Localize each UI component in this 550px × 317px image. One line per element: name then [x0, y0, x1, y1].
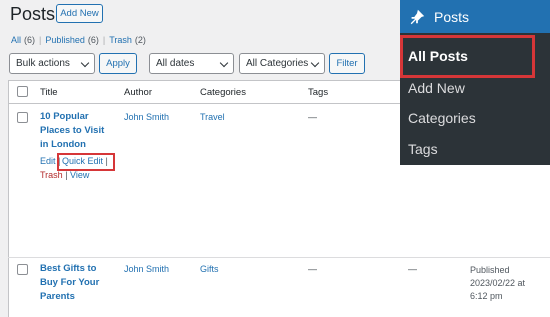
apply-button[interactable]: Apply: [99, 53, 137, 74]
post-tags: —: [308, 264, 317, 274]
chevron-down-icon: [80, 58, 90, 68]
dates-value: All dates: [156, 58, 195, 69]
filter-separator: |: [39, 35, 42, 45]
row-checkbox[interactable]: [17, 264, 28, 275]
post-date: Published 2023/02/22 at 6:12 pm: [470, 264, 525, 303]
submenu-add-new[interactable]: Add New: [408, 80, 465, 96]
post-date-line: Published: [470, 265, 510, 275]
view-link[interactable]: View: [70, 170, 89, 180]
post-title-line: Best Gifts to: [40, 263, 97, 274]
chevron-down-icon: [219, 58, 229, 68]
post-category-link[interactable]: Travel: [200, 112, 225, 122]
filter-all-link[interactable]: All: [11, 35, 21, 45]
admin-menu-posts-label: Posts: [434, 8, 470, 25]
filter-all-count: (6): [24, 35, 36, 45]
trash-link[interactable]: Trash: [40, 170, 63, 180]
filter-published-count: (6): [87, 35, 99, 45]
dates-select[interactable]: All dates: [149, 53, 234, 74]
action-separator: |: [65, 170, 68, 180]
post-author-link[interactable]: John Smith: [124, 264, 169, 274]
column-title-header[interactable]: Title: [40, 87, 58, 98]
filter-separator: |: [102, 35, 106, 45]
submenu-categories[interactable]: Categories: [408, 110, 476, 126]
bulk-actions-select[interactable]: Bulk actions: [9, 53, 95, 74]
select-all-checkbox[interactable]: [17, 86, 28, 97]
add-new-button[interactable]: Add New: [56, 4, 103, 23]
post-title-line: Places to Visit: [40, 125, 105, 136]
page-title: Posts: [10, 4, 56, 24]
status-filters: All (6) | Published (6) | Trash (2): [11, 35, 146, 45]
action-separator: |: [105, 156, 108, 166]
row-checkbox[interactable]: [17, 112, 28, 123]
pin-icon: [410, 9, 425, 24]
post-date-line: 2023/02/22 at: [470, 278, 526, 288]
post-category-link[interactable]: Gifts: [200, 264, 219, 274]
admin-menu-posts[interactable]: Posts: [400, 0, 550, 33]
all-posts-highlight: [400, 35, 535, 78]
table-row-divider: [8, 257, 550, 258]
quick-edit-wrapper: Quick Edit |: [62, 156, 108, 166]
column-categories-header: Categories: [200, 87, 246, 98]
categories-value: All Categories: [246, 58, 309, 69]
chevron-down-icon: [310, 58, 320, 68]
column-author-header: Author: [124, 87, 152, 98]
column-tags-header: Tags: [308, 87, 329, 98]
edit-link[interactable]: Edit: [40, 156, 56, 166]
quick-edit-link[interactable]: Quick Edit: [62, 156, 103, 166]
post-title-line: Buy For Your: [40, 277, 100, 288]
filter-published-link[interactable]: Published: [45, 35, 85, 45]
submenu-tags[interactable]: Tags: [408, 141, 438, 157]
post-title-link[interactable]: Best Gifts to Buy For Your Parents: [40, 262, 122, 304]
filter-trash-count: (2): [134, 35, 146, 45]
post-title-line: 10 Popular: [40, 111, 89, 122]
categories-select[interactable]: All Categories: [239, 53, 325, 74]
post-date-line: 6:12 pm: [470, 291, 503, 301]
bulk-actions-value: Bulk actions: [16, 58, 70, 69]
post-title-line: Parents: [40, 291, 75, 302]
filter-trash-link[interactable]: Trash: [109, 35, 132, 45]
post-tags: —: [308, 112, 317, 122]
post-comments: —: [408, 264, 417, 274]
post-title-link[interactable]: 10 Popular Places to Visit in London: [40, 110, 122, 152]
post-author-link[interactable]: John Smith: [124, 112, 169, 122]
filter-button[interactable]: Filter: [329, 53, 365, 74]
row-actions-second: Trash | View: [40, 170, 89, 180]
post-title-line: in London: [40, 139, 86, 150]
